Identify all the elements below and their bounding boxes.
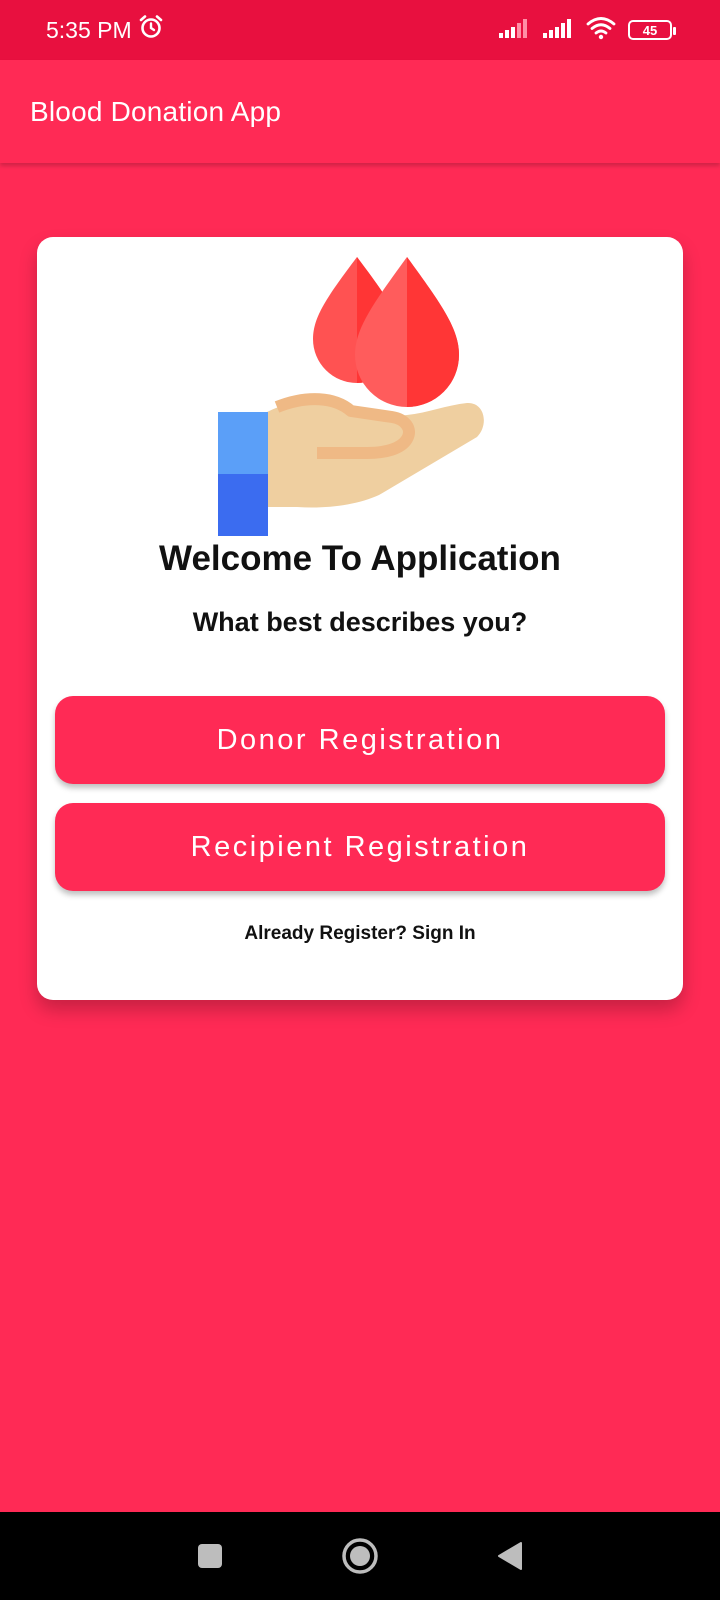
app-bar: Blood Donation App	[0, 60, 720, 163]
home-icon[interactable]	[340, 1536, 380, 1576]
system-nav-bar	[0, 1512, 720, 1600]
signal-icon	[498, 17, 530, 44]
welcome-card: Welcome To Application What best describ…	[37, 237, 683, 1000]
wifi-icon	[586, 16, 616, 45]
recents-icon[interactable]	[190, 1536, 230, 1576]
hand-with-blood-drops-illustration	[217, 257, 517, 537]
back-icon[interactable]	[490, 1536, 530, 1576]
welcome-title: Welcome To Application	[159, 539, 561, 578]
alarm-icon	[138, 14, 164, 46]
battery-icon: 45	[628, 20, 676, 40]
recipient-registration-button[interactable]: Recipient Registration	[55, 803, 665, 891]
status-left: 5:35 PM	[46, 14, 164, 46]
signal-icon	[542, 17, 574, 44]
battery-level: 45	[642, 22, 658, 38]
role-question: What best describes you?	[192, 607, 528, 637]
status-bar: 5:35 PM 45	[0, 0, 720, 60]
sign-in-link[interactable]: Already Register? Sign In	[37, 923, 683, 945]
status-time: 5:35 PM	[46, 16, 132, 43]
app-title: Blood Donation App	[30, 95, 282, 127]
donor-registration-button[interactable]: Donor Registration	[55, 696, 665, 784]
status-right: 45	[498, 16, 676, 45]
